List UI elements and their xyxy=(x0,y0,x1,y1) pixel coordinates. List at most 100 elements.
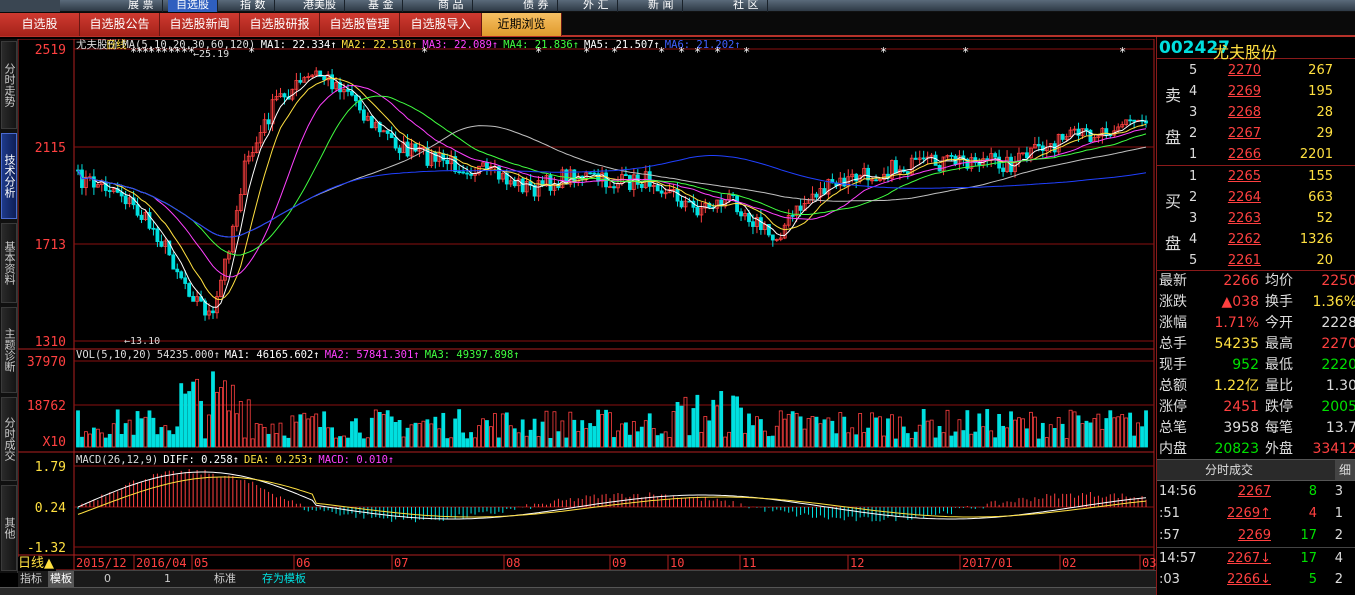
quote-row-1: 涨跌 ▲038 换手 1.36% xyxy=(1157,292,1355,313)
volume-bar xyxy=(806,418,811,448)
tick-row[interactable]: 14:57 2267↓ 17 4 xyxy=(1157,547,1355,569)
date-axis-label: 02 xyxy=(1062,556,1076,570)
volume-bar xyxy=(330,427,335,448)
save-template-button[interactable]: 存为模板 xyxy=(262,571,306,587)
kline-chart[interactable]: 2519 2115 1713 1310 37970 18762 X10 1.79 0.24 -1.… xyxy=(18,39,1156,570)
quote-value: 1.22亿 xyxy=(1213,378,1259,394)
volume-bar xyxy=(1021,418,1025,448)
volume-bar xyxy=(608,412,612,448)
candle-body xyxy=(695,206,700,216)
sidebar-btn-1[interactable]: 技术分析 xyxy=(1,133,17,219)
volume-bar xyxy=(802,428,807,448)
top-menu-item-8[interactable]: 新 闻 xyxy=(640,0,683,12)
volume-bar xyxy=(945,409,950,448)
candle-body xyxy=(457,171,462,173)
tab-6[interactable]: 近期浏览 xyxy=(482,13,562,36)
volume-bar xyxy=(953,431,958,448)
volume-bar xyxy=(1064,438,1069,448)
volume-bar xyxy=(890,414,894,448)
sidebar-btn-3[interactable]: 主题诊断 xyxy=(1,307,17,393)
top-menu-item-2[interactable]: 指 数 xyxy=(232,0,275,12)
volume-bar xyxy=(1017,417,1021,448)
quote-value: 1.71% xyxy=(1214,315,1259,331)
volume-bar xyxy=(298,414,303,448)
volume-bar xyxy=(929,419,934,448)
volume-bar xyxy=(631,421,636,448)
quote-label: 换手 xyxy=(1265,294,1293,310)
volume-bar xyxy=(826,417,831,448)
period-button[interactable]: 日线▲ xyxy=(18,557,56,571)
buy-row-0[interactable]: 1 2265 155 xyxy=(1157,166,1355,187)
volume-bar xyxy=(354,418,358,448)
top-menu-item-5[interactable]: 商 品 xyxy=(430,0,473,12)
event-marker: * xyxy=(583,45,590,59)
sidebar-btn-0[interactable]: 分时走势 xyxy=(1,41,17,129)
volume-bar xyxy=(76,410,80,448)
macd-label: MACD(26,12,9) xyxy=(76,454,158,466)
top-menu-item-3[interactable]: 港美股 xyxy=(295,0,345,12)
quote-row-8: 内盘 20823 外盘 33412 xyxy=(1157,439,1355,460)
volume-bar xyxy=(616,430,620,448)
candle-body xyxy=(393,137,398,149)
standard-button[interactable]: 标准 xyxy=(214,571,236,587)
quote-value: 2451 xyxy=(1223,399,1259,415)
date-axis-label: 05 xyxy=(194,556,208,570)
param-0[interactable]: 0 xyxy=(104,571,111,587)
quote-panel: 002427 尤夫股份 5 2270 267 4 2269 195 3 2268 28 2 2267… xyxy=(1156,37,1355,595)
volume-bar xyxy=(774,425,779,448)
event-marker: * xyxy=(421,45,428,59)
tab-0[interactable]: 自选股 xyxy=(0,13,80,36)
tick-row[interactable]: :51 2269↑ 4 1 xyxy=(1157,503,1355,525)
buy-label-bottom: 盘 xyxy=(1164,234,1181,253)
top-menu-item-6[interactable]: 债 券 xyxy=(515,0,558,12)
volume-bar xyxy=(266,433,271,448)
volume-bar xyxy=(143,416,148,448)
tick-row[interactable]: :03 2266↓ 5 2 xyxy=(1157,569,1355,591)
top-menu-item-9[interactable]: 社 区 xyxy=(725,0,768,12)
volume-bar xyxy=(937,426,942,448)
ma-value: MA3: 22.089↑ xyxy=(422,39,498,51)
volume-bar xyxy=(671,411,676,448)
volume-bar xyxy=(814,416,819,448)
tab-4[interactable]: 自选股管理 xyxy=(320,13,400,36)
level-volume: 20 xyxy=(1316,253,1333,268)
indicator-button[interactable]: 指标 xyxy=(20,571,42,587)
top-menu-item-1[interactable]: 自选股 xyxy=(168,0,218,12)
volume-bar xyxy=(778,410,783,448)
top-menu-item-0[interactable]: 展 票 xyxy=(120,0,163,12)
volume-bar xyxy=(651,427,656,448)
sidebar-btn-2[interactable]: 基本资料 xyxy=(1,223,17,303)
quote-label: 总笔 xyxy=(1159,420,1187,436)
param-1[interactable]: 1 xyxy=(164,571,171,587)
macd-axis-label: 1.79 xyxy=(35,460,66,475)
tick-row[interactable]: :57 2269 17 2 xyxy=(1157,525,1355,547)
tab-2[interactable]: 自选股新闻 xyxy=(160,13,240,36)
ticks-detail-button[interactable]: 细 xyxy=(1335,460,1355,480)
low-marker: ←13.10 xyxy=(124,336,160,347)
sidebar-btn-5[interactable]: 其他 xyxy=(1,485,17,571)
sidebar-btn-4[interactable]: 分时成交 xyxy=(1,397,17,481)
volume-bar xyxy=(179,383,184,448)
tab-5[interactable]: 自选股导入 xyxy=(400,13,482,36)
tick-row[interactable]: 14:56 2267 8 3 xyxy=(1157,481,1355,503)
quote-label: 最低 xyxy=(1265,357,1293,373)
tab-1[interactable]: 自选股公告 xyxy=(80,13,160,36)
top-menu-item-4[interactable]: 基 金 xyxy=(360,0,403,12)
ma30-line xyxy=(77,95,1147,256)
volume-bar xyxy=(512,428,517,448)
top-menu-item-7[interactable]: 外 汇 xyxy=(575,0,618,12)
volume-bar xyxy=(167,430,172,448)
ticks-title[interactable]: 分时成交 xyxy=(1205,460,1253,480)
template-button[interactable]: 模板 xyxy=(48,571,74,587)
volume-bar xyxy=(107,433,112,448)
candle-body xyxy=(397,147,402,154)
sell-row-0[interactable]: 5 2270 267 xyxy=(1157,60,1355,81)
volume-bar xyxy=(913,431,918,448)
volume-bar xyxy=(163,425,168,448)
level-price: 2269 xyxy=(1227,84,1261,99)
volume-bar xyxy=(675,401,680,448)
volume-bar xyxy=(1132,435,1137,448)
volume-bar xyxy=(175,426,180,448)
tab-3[interactable]: 自选股研报 xyxy=(240,13,320,36)
volume-bar xyxy=(1044,437,1049,448)
